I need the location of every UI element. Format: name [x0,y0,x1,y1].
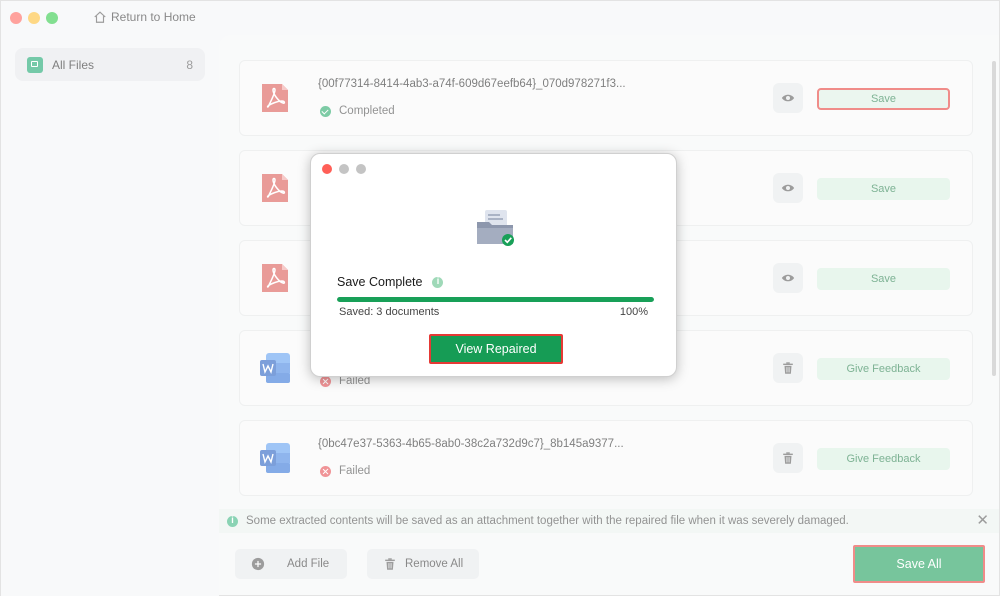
save-complete-dialog: Save Complete Saved: 3 documents 100% Vi… [310,153,677,377]
info-icon[interactable] [432,276,444,288]
dialog-title-text: Save Complete [337,275,423,289]
progress-percent: 100% [619,306,648,318]
minimize-dialog-button [339,164,349,174]
folder-check-icon [477,210,514,246]
save-progress-bar [337,297,654,302]
dialog-title: Save Complete [337,275,444,289]
close-dialog-button[interactable] [322,164,332,174]
view-repaired-button[interactable]: View Repaired [429,334,563,364]
progress-fill [337,297,654,302]
zoom-dialog-button [356,164,366,174]
saved-count-text: Saved: 3 documents [339,306,440,318]
